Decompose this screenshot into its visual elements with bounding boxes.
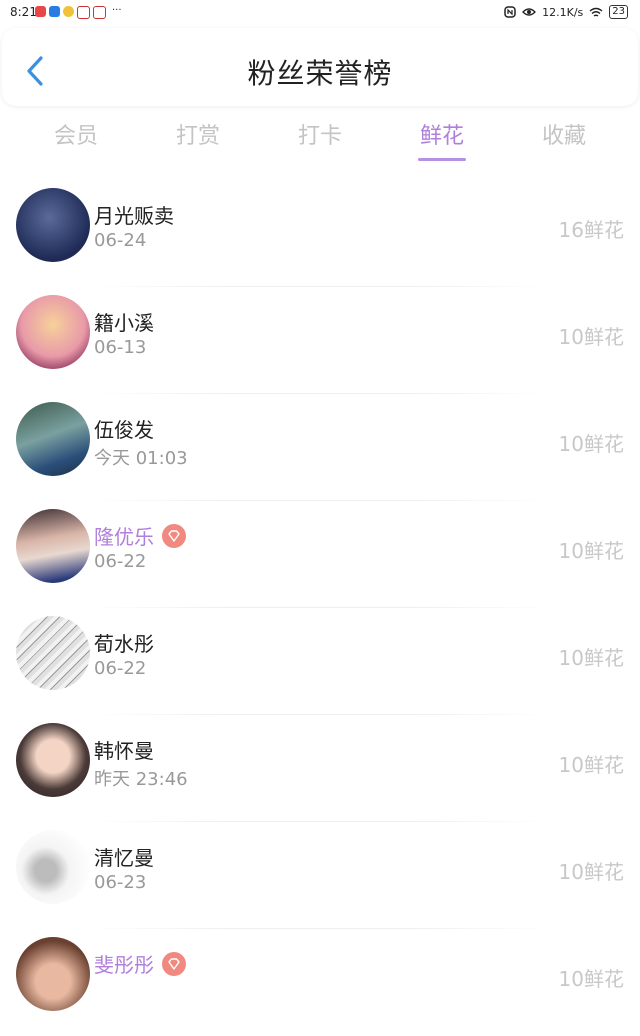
avatar: [16, 188, 90, 262]
user-name-text: 荀水彤: [94, 632, 154, 656]
header-bar: 粉丝荣誉榜: [2, 28, 638, 106]
nfc-icon: [504, 6, 516, 18]
list-item[interactable]: 伍俊发 今天 01:03 10鲜花: [0, 394, 640, 501]
record-date: 06-13: [94, 337, 147, 358]
user-name-text: 月光贩卖: [94, 204, 174, 228]
status-time: 8:21: [10, 5, 37, 19]
avatar: [16, 295, 90, 369]
user-name: 清忆曼: [94, 842, 154, 871]
user-name: 韩怀曼: [94, 735, 154, 764]
user-name: 隆优乐: [94, 521, 186, 550]
user-name-text: 伍俊发: [94, 418, 154, 442]
notification-app-icon: [35, 6, 46, 17]
record-date: 昨天 23:46: [94, 769, 188, 790]
flower-count: 10鲜花: [558, 432, 624, 456]
avatar: [16, 616, 90, 690]
tab-member[interactable]: 会员: [26, 118, 126, 150]
user-name-text: 籍小溪: [94, 311, 154, 335]
notification-app-icon: [93, 6, 106, 19]
avatar: [16, 509, 90, 583]
flower-count: 10鲜花: [558, 539, 624, 563]
list-item[interactable]: 清忆曼 06-23 10鲜花: [0, 822, 640, 929]
avatar: [16, 937, 90, 1011]
list-item[interactable]: 月光贩卖 06-24 16鲜花: [0, 180, 640, 287]
flower-count: 10鲜花: [558, 325, 624, 349]
notification-app-icon: [63, 6, 74, 17]
flower-count: 10鲜花: [558, 646, 624, 670]
avatar: [16, 723, 90, 797]
eye-icon: [522, 8, 537, 16]
flower-count: 10鲜花: [558, 753, 624, 777]
network-speed: 12.1K/s: [542, 5, 584, 19]
user-name: 伍俊发: [94, 414, 154, 443]
status-notification-icons: ···: [35, 6, 122, 19]
tab-reward[interactable]: 打赏: [148, 118, 248, 150]
record-date: 今天 01:03: [94, 448, 188, 469]
status-right: 12.1K/s 23: [504, 5, 628, 19]
record-date: 06-24: [94, 230, 147, 251]
avatar: [16, 830, 90, 904]
user-name-text: 清忆曼: [94, 846, 154, 870]
flower-count: 10鲜花: [558, 967, 624, 991]
record-date: 06-22: [94, 658, 147, 679]
flower-count: 16鲜花: [558, 218, 624, 242]
tab-bar: 会员 打赏 打卡 鲜花 收藏: [0, 112, 640, 164]
status-bar: 8:21 ··· 12.1K/s 23: [0, 0, 640, 26]
user-name: 荀水彤: [94, 628, 154, 657]
user-name: 月光贩卖: [94, 200, 174, 229]
avatar: [16, 402, 90, 476]
active-tab-indicator: [418, 158, 466, 161]
record-date: 06-22: [94, 551, 147, 572]
list-item[interactable]: 隆优乐 06-22 10鲜花: [0, 501, 640, 608]
page-title: 粉丝荣誉榜: [247, 57, 393, 90]
user-name: 籍小溪: [94, 307, 154, 336]
tab-favorites[interactable]: 收藏: [514, 118, 614, 150]
notification-app-icon: [77, 6, 90, 19]
user-name-text: 韩怀曼: [94, 739, 154, 763]
flower-count: 10鲜花: [558, 860, 624, 884]
notification-app-icon: [49, 6, 60, 17]
tab-checkin[interactable]: 打卡: [270, 118, 370, 150]
list-item[interactable]: 籍小溪 06-13 10鲜花: [0, 287, 640, 394]
wifi-icon: [589, 7, 603, 17]
more-notifications-icon: ···: [112, 5, 122, 16]
vip-diamond-icon: [162, 951, 186, 976]
record-date: 06-23: [94, 872, 147, 893]
list-item[interactable]: 韩怀曼 昨天 23:46 10鲜花: [0, 715, 640, 822]
user-name-text: 隆优乐: [94, 525, 154, 549]
tab-flowers[interactable]: 鲜花: [392, 118, 492, 150]
vip-diamond-icon: [162, 523, 186, 548]
list-item[interactable]: 荀水彤 06-22 10鲜花: [0, 608, 640, 715]
list-item[interactable]: 斐彤彤 10鲜花: [0, 929, 640, 1036]
battery-icon: 23: [609, 5, 628, 19]
